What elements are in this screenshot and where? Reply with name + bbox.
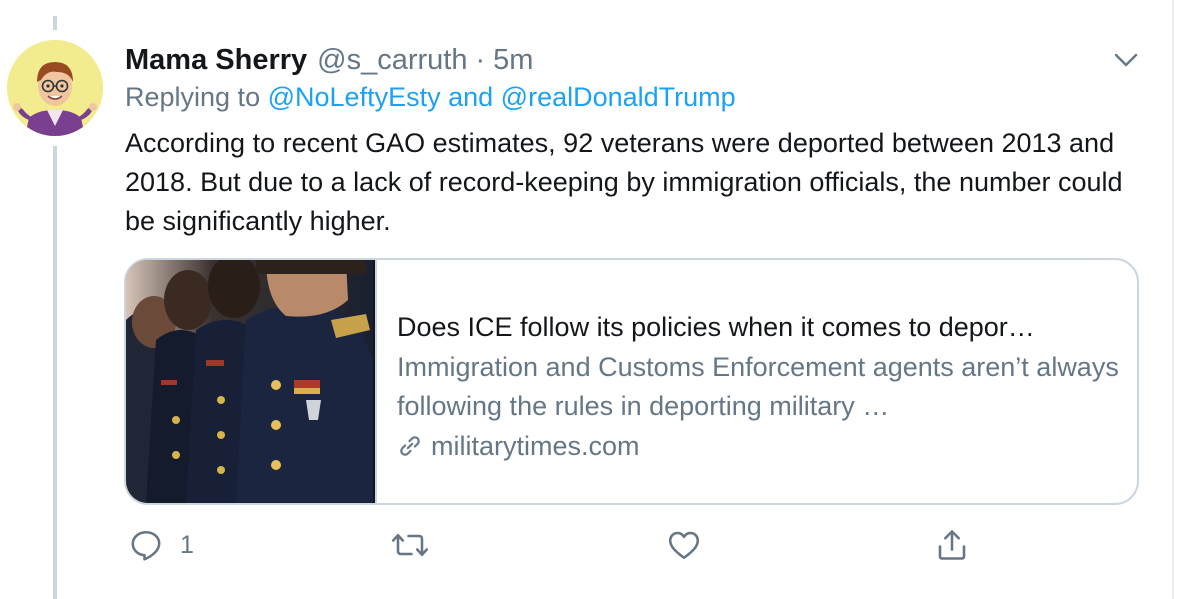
reply-button[interactable]: 1 (128, 527, 194, 563)
card-body: Does ICE follow its policies when it com… (377, 260, 1137, 503)
like-button[interactable] (666, 527, 702, 563)
tweet-actions: 1 (0, 527, 1200, 571)
retweet-button[interactable] (390, 527, 430, 563)
card-title[interactable]: Does ICE follow its policies when it com… (397, 308, 1119, 346)
chevron-down-icon[interactable] (1110, 48, 1142, 72)
link-card[interactable]: Does ICE follow its policies when it com… (124, 258, 1139, 505)
retweet-icon (391, 533, 429, 557)
link-icon (400, 436, 420, 456)
reply-count: 1 (180, 530, 194, 559)
avatar[interactable] (7, 40, 103, 136)
share-button[interactable] (934, 527, 970, 563)
author-handle[interactable]: @s_carruth (317, 44, 467, 77)
mention-link[interactable]: @realDonaldTrump (501, 82, 736, 112)
tweet-text: According to recent GAO estimates, 92 ve… (125, 128, 1123, 236)
card-domain: militarytimes.com (397, 427, 1137, 465)
card-domain-text: militarytimes.com (431, 431, 640, 461)
avatar-illustration (7, 40, 103, 136)
column-border (1172, 0, 1174, 599)
card-description: Immigration and Customs Enforcement agen… (397, 352, 1119, 421)
like-icon (668, 531, 700, 560)
reply-icon (131, 530, 161, 561)
replying-prefix: Replying to (125, 82, 261, 112)
tweet-header: Mama Sherry @s_carruth · 5m (125, 40, 533, 80)
mention-joiner[interactable]: and (448, 82, 493, 112)
thread-line-top (53, 16, 57, 30)
share-icon (938, 530, 966, 560)
card-image (126, 260, 377, 503)
header-separator: · (475, 43, 486, 76)
author-name[interactable]: Mama Sherry (125, 44, 307, 77)
replying-to: Replying to @NoLeftyEsty and @realDonald… (125, 82, 736, 113)
tweet-timestamp[interactable]: 5m (493, 44, 533, 77)
mention-link[interactable]: @NoLeftyEsty (268, 82, 441, 112)
